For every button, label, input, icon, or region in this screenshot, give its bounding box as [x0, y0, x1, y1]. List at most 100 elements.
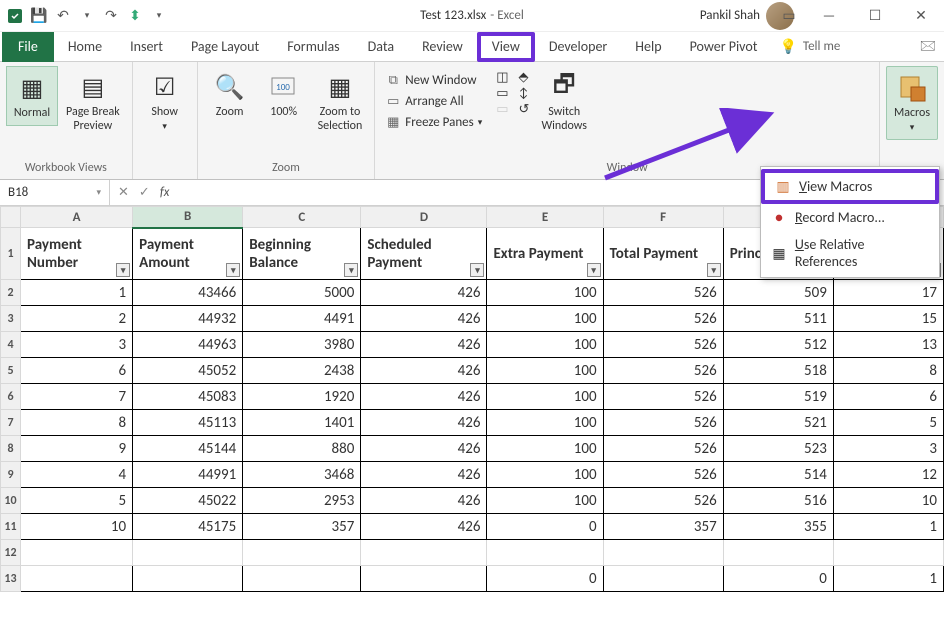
- cell[interactable]: [21, 566, 133, 592]
- ribbon-display-icon[interactable]: ▭: [772, 0, 806, 32]
- maximize-button[interactable]: ☐: [852, 0, 898, 32]
- header-payment-number[interactable]: Payment Number▾: [21, 228, 133, 280]
- tab-formulas[interactable]: Formulas: [273, 32, 353, 62]
- cell[interactable]: 12: [833, 462, 943, 488]
- name-box[interactable]: B18 ▾: [0, 180, 110, 205]
- rowhead[interactable]: 5: [1, 358, 21, 384]
- cell[interactable]: 100: [487, 280, 603, 306]
- colhead-C[interactable]: C: [243, 207, 361, 228]
- cell[interactable]: 521: [723, 410, 833, 436]
- cell[interactable]: 100: [487, 384, 603, 410]
- normal-view-button[interactable]: ▦ Normal: [6, 66, 58, 126]
- undo-dropdown-icon[interactable]: ▾: [78, 7, 96, 25]
- cell[interactable]: 100: [487, 358, 603, 384]
- cell[interactable]: 426: [361, 462, 487, 488]
- filter-icon[interactable]: ▾: [587, 263, 601, 277]
- view-macros-item[interactable]: ▥ View Macros: [761, 169, 939, 204]
- header-scheduled-payment[interactable]: Scheduled Payment▾: [361, 228, 487, 280]
- use-relative-item[interactable]: ▦ Use Relative References: [761, 231, 939, 275]
- cell[interactable]: 45113: [133, 410, 243, 436]
- rowhead[interactable]: 9: [1, 462, 21, 488]
- cell[interactable]: 426: [361, 436, 487, 462]
- cell[interactable]: [603, 540, 723, 566]
- header-total-payment[interactable]: Total Payment▾: [603, 228, 723, 280]
- cell[interactable]: 512: [723, 332, 833, 358]
- cell[interactable]: 526: [603, 462, 723, 488]
- hide-icon[interactable]: ▭: [496, 86, 508, 101]
- switch-windows-button[interactable]: 🗗 Switch Windows: [535, 66, 593, 138]
- tab-home[interactable]: Home: [54, 32, 116, 62]
- enter-formula-icon[interactable]: ✓: [139, 185, 150, 200]
- cell[interactable]: [243, 566, 361, 592]
- cell[interactable]: 357: [603, 514, 723, 540]
- cell[interactable]: 516: [723, 488, 833, 514]
- cell[interactable]: [21, 540, 133, 566]
- cell[interactable]: 44963: [133, 332, 243, 358]
- zoom-selection-button[interactable]: ▦ Zoom to Selection: [312, 66, 369, 138]
- cell[interactable]: 357: [243, 514, 361, 540]
- name-box-dropdown-icon[interactable]: ▾: [96, 187, 101, 198]
- cell[interactable]: 426: [361, 306, 487, 332]
- cell[interactable]: 4491: [243, 306, 361, 332]
- cell[interactable]: 100: [487, 436, 603, 462]
- show-button[interactable]: ☑ Show▾: [139, 66, 191, 138]
- cell[interactable]: [133, 540, 243, 566]
- record-macro-item[interactable]: ● Record Macro...: [761, 204, 939, 231]
- cell[interactable]: 880: [243, 436, 361, 462]
- cell[interactable]: 2: [21, 306, 133, 332]
- filter-icon[interactable]: ▾: [344, 263, 358, 277]
- new-window-button[interactable]: ⧉New Window: [381, 70, 486, 90]
- cell[interactable]: 6: [21, 358, 133, 384]
- tab-page-layout[interactable]: Page Layout: [177, 32, 273, 62]
- share-icon[interactable]: 🖂: [920, 35, 936, 59]
- cell[interactable]: 526: [603, 488, 723, 514]
- cell[interactable]: 518: [723, 358, 833, 384]
- cell[interactable]: 3: [21, 332, 133, 358]
- colhead-B[interactable]: B: [133, 207, 243, 228]
- cell[interactable]: 44932: [133, 306, 243, 332]
- cell[interactable]: 45052: [133, 358, 243, 384]
- cell[interactable]: 426: [361, 410, 487, 436]
- save-icon[interactable]: 💾: [30, 7, 48, 25]
- select-all-corner[interactable]: [1, 207, 21, 228]
- rowhead[interactable]: 3: [1, 306, 21, 332]
- undo-icon[interactable]: ↶: [54, 7, 72, 25]
- cell[interactable]: 426: [361, 280, 487, 306]
- cell[interactable]: 526: [603, 436, 723, 462]
- cancel-formula-icon[interactable]: ✕: [118, 185, 129, 200]
- colhead-A[interactable]: A: [21, 207, 133, 228]
- cell[interactable]: 100: [487, 410, 603, 436]
- cell[interactable]: 0: [723, 566, 833, 592]
- header-payment-amount[interactable]: Payment Amount▾: [133, 228, 243, 280]
- rowhead[interactable]: 12: [1, 540, 21, 566]
- cell[interactable]: 519: [723, 384, 833, 410]
- cell[interactable]: 3: [833, 436, 943, 462]
- arrange-all-button[interactable]: ▭Arrange All: [381, 91, 486, 111]
- cell[interactable]: 5: [833, 410, 943, 436]
- autosave-icon[interactable]: [6, 7, 24, 25]
- cell[interactable]: [723, 540, 833, 566]
- zoom-button[interactable]: 🔍 Zoom: [204, 66, 256, 124]
- cell[interactable]: 100: [487, 332, 603, 358]
- cell[interactable]: 2953: [243, 488, 361, 514]
- cell[interactable]: 426: [361, 514, 487, 540]
- tab-insert[interactable]: Insert: [116, 32, 177, 62]
- cell[interactable]: 45144: [133, 436, 243, 462]
- cell[interactable]: [487, 540, 603, 566]
- cell[interactable]: [833, 540, 943, 566]
- cell[interactable]: 523: [723, 436, 833, 462]
- cell[interactable]: 1: [833, 514, 943, 540]
- fx-icon[interactable]: fx: [160, 185, 170, 200]
- filter-icon[interactable]: ▾: [226, 263, 240, 277]
- cell[interactable]: [361, 566, 487, 592]
- cell[interactable]: 3980: [243, 332, 361, 358]
- cell[interactable]: 15: [833, 306, 943, 332]
- sort-icon[interactable]: ⬍: [126, 7, 144, 25]
- cell[interactable]: 100: [487, 488, 603, 514]
- rowhead[interactable]: 6: [1, 384, 21, 410]
- cell[interactable]: 514: [723, 462, 833, 488]
- cell[interactable]: [243, 540, 361, 566]
- rowhead[interactable]: 4: [1, 332, 21, 358]
- header-beginning-balance[interactable]: Beginning Balance▾: [243, 228, 361, 280]
- cell[interactable]: 1920: [243, 384, 361, 410]
